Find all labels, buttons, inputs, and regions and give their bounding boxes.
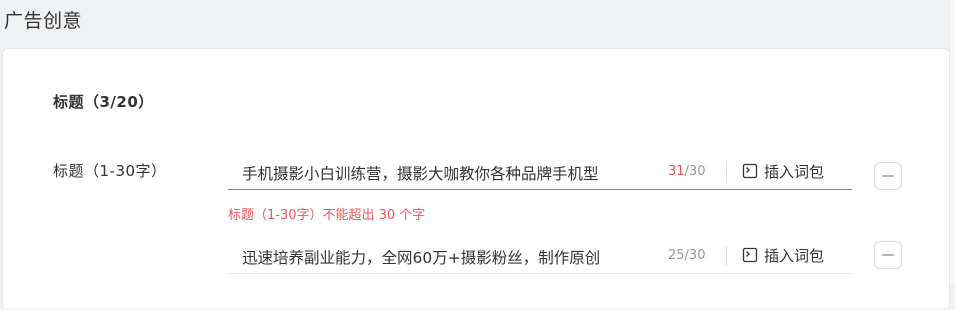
title-input-1[interactable]: 手机摄影小白训练营，摄影大咖教你各种品牌手机型 bbox=[242, 162, 646, 184]
insert-wordpack-button-1[interactable]: 插入词包 bbox=[742, 160, 824, 182]
char-counter-1: 31/30 bbox=[668, 164, 705, 179]
char-count-2: 25 bbox=[668, 248, 685, 263]
char-counter-2: 25/30 bbox=[668, 248, 705, 263]
input-underline bbox=[228, 189, 852, 190]
section-header: 广告创意 bbox=[0, 0, 955, 48]
wordpack-icon bbox=[742, 163, 758, 179]
minus-icon bbox=[882, 175, 894, 177]
insert-wordpack-label: 插入词包 bbox=[764, 246, 825, 265]
title-field-label: 标题（1-30字） bbox=[53, 162, 167, 180]
title-group-heading: 标题（3/20） bbox=[53, 93, 154, 111]
remove-title-button-1[interactable] bbox=[874, 162, 902, 190]
title-input-row-2[interactable]: 迅速培养副业能力，全网60万+摄影粉丝，制作原创 25/30 插入词包 bbox=[228, 238, 852, 274]
scroll-edge bbox=[949, 0, 955, 284]
insert-wordpack-label: 插入词包 bbox=[764, 162, 825, 181]
input-underline bbox=[228, 273, 852, 274]
char-count-1: 31 bbox=[668, 164, 685, 179]
wordpack-icon bbox=[742, 247, 758, 263]
char-max-2: /30 bbox=[684, 248, 706, 263]
char-max-1: /30 bbox=[684, 164, 706, 179]
remove-title-button-2[interactable] bbox=[874, 241, 902, 269]
title-input-row-1[interactable]: 手机摄影小白训练营，摄影大咖教你各种品牌手机型 31/30 插入词包 bbox=[228, 154, 852, 190]
section-title: 广告创意 bbox=[4, 10, 83, 32]
error-message: 标题（1-30字）不能超出 30 个字 bbox=[228, 208, 426, 223]
divider bbox=[726, 246, 727, 266]
divider bbox=[726, 162, 727, 182]
minus-icon bbox=[882, 254, 894, 256]
insert-wordpack-button-2[interactable]: 插入词包 bbox=[742, 244, 824, 266]
title-input-2[interactable]: 迅速培养副业能力，全网60万+摄影粉丝，制作原创 bbox=[242, 246, 646, 268]
